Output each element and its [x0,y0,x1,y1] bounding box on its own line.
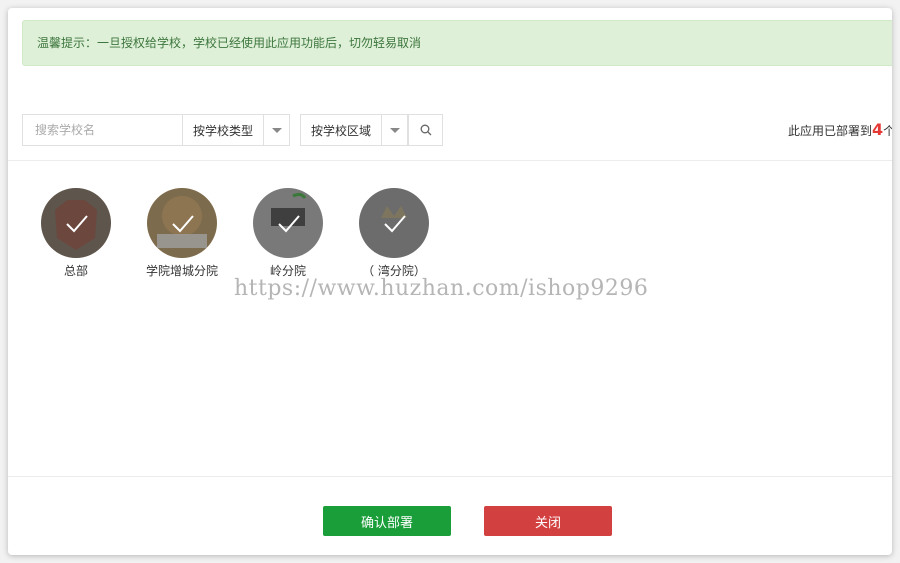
deploy-count-suffix: 个 [883,124,892,138]
deploy-count-prefix: 此应用已部署到 [788,124,873,138]
school-region-label: 按学校区域 [311,123,372,138]
warning-tip-text: 温馨提示：一旦授权给学校，学校已经使用此应用功能后，切勿轻易取消 [37,36,422,50]
footer-divider [8,476,892,477]
school-region-select[interactable]: 按学校区域 [300,114,408,146]
chevron-down-icon [381,115,407,145]
check-icon [147,188,217,258]
school-avatar [147,188,217,258]
check-icon [41,188,111,258]
deploy-count: 此应用已部署到4个 [788,114,892,146]
school-item[interactable]: 总部 [30,188,122,280]
search-icon [420,124,431,136]
school-type-select[interactable]: 按学校类型 [182,114,290,146]
school-item[interactable]: （ 湾分院） [348,188,440,280]
warning-tip: 温馨提示：一旦授权给学校，学校已经使用此应用功能后，切勿轻易取消 [22,20,892,66]
school-search-input[interactable] [22,114,182,146]
school-type-label: 按学校类型 [193,123,254,138]
confirm-deploy-button[interactable]: 确认部署 [323,506,451,536]
school-name: 学院增城分院 [145,264,218,278]
school-avatar [253,188,323,258]
deploy-count-number: 4 [872,120,884,139]
check-icon [253,188,323,258]
check-icon [359,188,429,258]
school-list: 总部 学院增城分院 岭分院 （ 湾分院） [30,188,450,348]
school-item[interactable]: 学院增城分院 [136,188,228,280]
close-button[interactable]: 关闭 [484,506,612,536]
search-button[interactable] [408,114,443,146]
chevron-down-icon [263,115,289,145]
filter-toolbar: 按学校类型 按学校区域 此应用已部署到4个 [22,114,892,146]
watermark-text: https://www.huzhan.com/ishop9296 [234,276,649,301]
school-item[interactable]: 岭分院 [242,188,334,280]
school-name: 总部 [63,264,88,278]
deploy-dialog: 温馨提示：一旦授权给学校，学校已经使用此应用功能后，切勿轻易取消 按学校类型 按… [8,8,892,555]
school-avatar [41,188,111,258]
toolbar-divider [8,160,892,161]
school-avatar [359,188,429,258]
